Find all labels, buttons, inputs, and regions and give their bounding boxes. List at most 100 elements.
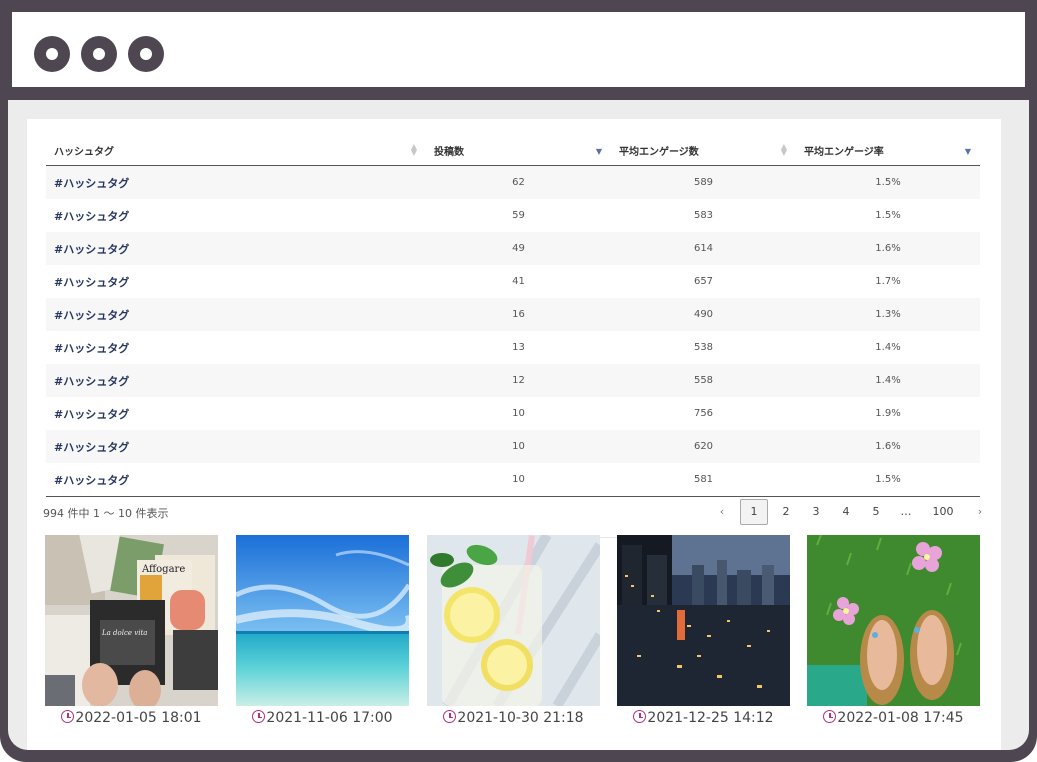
ocean-image: [236, 535, 409, 706]
rate-cell: 1.7%: [875, 276, 901, 287]
sandals-image: [807, 535, 980, 706]
table-row: #ハッシュタグ 10 581 1.5%: [46, 463, 980, 497]
clock-icon: [443, 710, 457, 723]
hashtag-link[interactable]: #ハッシュタグ: [46, 232, 426, 265]
header-avg-engagement-rate[interactable]: 平均エンゲージ率 ▼: [796, 135, 980, 166]
rate-cell: 1.6%: [796, 232, 980, 265]
table-header-row: ハッシュタグ ▲ ▼ 投稿数 ▼ 平均エンゲージ数 ▲ ▼ 平均エンゲージ率 ▼: [46, 135, 980, 166]
post-date-text: 2022-01-05 18:01: [75, 710, 202, 726]
clock-icon: [61, 710, 75, 723]
posts-cell: 41: [512, 276, 525, 287]
rate-cell: 1.9%: [875, 408, 901, 419]
browser-window: ハッシュタグ ▲ ▼ 投稿数 ▼ 平均エンゲージ数 ▲ ▼ 平均エンゲージ率 ▼…: [0, 0, 1037, 762]
city-night-image: [617, 535, 790, 706]
svg-text:Affogare: Affogare: [141, 564, 185, 575]
post-date: 2022-01-08 17:45: [807, 710, 980, 726]
engagement-cell: 558: [611, 364, 796, 397]
sort-desc-icon[interactable]: ▼: [964, 148, 972, 156]
hashtag-link[interactable]: #ハッシュタグ: [46, 199, 426, 232]
hashtag-link[interactable]: #ハッシュタグ: [46, 463, 426, 497]
table-row: #ハッシュタグ 12 558 1.4%: [46, 364, 980, 397]
pagination-page[interactable]: 5: [861, 499, 891, 525]
engagement-cell: 581: [611, 463, 796, 497]
hashtag-table: ハッシュタグ ▲ ▼ 投稿数 ▼ 平均エンゲージ数 ▲ ▼ 平均エンゲージ率 ▼…: [46, 135, 980, 497]
hashtag-link[interactable]: #ハッシュタグ: [46, 165, 426, 199]
table-row: #ハッシュタグ 10 756 1.9%: [46, 397, 980, 430]
post-date-text: 2022-01-08 17:45: [837, 710, 964, 726]
post-date: 2021-11-06 17:00: [236, 710, 409, 726]
window-control-dot[interactable]: [128, 36, 164, 72]
engagement-cell: 589: [611, 165, 796, 199]
posts-cell: 10: [426, 430, 611, 463]
post-thumbnail[interactable]: Affogare La dolce vita: [45, 535, 218, 706]
hashtag-link[interactable]: #ハッシュタグ: [46, 331, 426, 364]
header-avg-engagement-label: 平均エンゲージ数: [619, 146, 699, 158]
hashtag-link[interactable]: #ハッシュタグ: [46, 430, 426, 463]
clock-icon: [823, 710, 837, 723]
clock-icon: [252, 710, 266, 723]
table-row: #ハッシュタグ 62 589 1.5%: [46, 165, 980, 199]
post-date-text: 2021-10-30 21:18: [457, 710, 584, 726]
table-row: #ハッシュタグ 16 490 1.3%: [46, 298, 980, 331]
pagination-page-last[interactable]: 100: [921, 499, 965, 525]
sort-both-icon[interactable]: ▲ ▼: [410, 143, 418, 157]
engagement-cell: 490: [611, 298, 796, 331]
post-thumbnail[interactable]: [236, 535, 409, 706]
hashtag-link[interactable]: #ハッシュタグ: [46, 397, 426, 430]
svg-text:La dolce vita: La dolce vita: [101, 629, 147, 637]
sort-both-icon[interactable]: ▲ ▼: [780, 143, 788, 157]
pagination: ‹ 1 2 3 4 5 … 100 ›: [707, 499, 995, 525]
header-posts-label: 投稿数: [434, 146, 464, 158]
sort-desc-icon[interactable]: ▼: [595, 148, 603, 156]
header-avg-engagement[interactable]: 平均エンゲージ数 ▲ ▼: [611, 135, 796, 166]
rate-cell: 1.4%: [796, 364, 980, 397]
window-control-dot[interactable]: [34, 36, 70, 72]
posts-cell: 12: [426, 364, 611, 397]
rate-cell: 1.5%: [875, 210, 901, 221]
pagination-ellipsis: …: [900, 505, 912, 518]
pagination-page[interactable]: 4: [831, 499, 861, 525]
post-date: 2021-12-25 14:12: [617, 710, 790, 726]
header-posts[interactable]: 投稿数 ▼: [426, 135, 611, 166]
pagination-prev-button[interactable]: ‹: [707, 499, 737, 525]
post-date-text: 2021-12-25 14:12: [647, 710, 774, 726]
rate-cell: 1.4%: [875, 342, 901, 353]
posts-cell: 59: [512, 210, 525, 221]
pagination-page-current[interactable]: 1: [740, 499, 768, 525]
table-row: #ハッシュタグ 13 538 1.4%: [46, 331, 980, 364]
table-row: #ハッシュタグ 41 657 1.7%: [46, 265, 980, 298]
hashtag-link[interactable]: #ハッシュタグ: [46, 298, 426, 331]
post-date: 2022-01-05 18:01: [45, 710, 218, 726]
engagement-cell: 538: [693, 342, 714, 353]
hashtag-link[interactable]: #ハッシュタグ: [46, 265, 426, 298]
hashtag-link[interactable]: #ハッシュタグ: [46, 364, 426, 397]
header-hashtag[interactable]: ハッシュタグ ▲ ▼: [46, 135, 426, 166]
pagination-page[interactable]: 3: [801, 499, 831, 525]
post-thumbnail[interactable]: [807, 535, 980, 706]
post-thumbnail[interactable]: [617, 535, 790, 706]
pagination-next-button[interactable]: ›: [965, 499, 995, 525]
table-info-text: 994 件中 1 〜 10 件表示: [43, 507, 169, 520]
posts-cell: 10: [426, 463, 611, 497]
magazines-image: Affogare La dolce vita: [45, 535, 218, 706]
window-control-dot[interactable]: [81, 36, 117, 72]
posts-cell: 62: [426, 165, 611, 199]
posts-cell: 13: [512, 342, 525, 353]
engagement-cell: 620: [611, 430, 796, 463]
table-row: #ハッシュタグ 59 583 1.5%: [46, 199, 980, 232]
post-date: 2021-10-30 21:18: [427, 710, 600, 726]
engagement-cell: 756: [693, 408, 714, 419]
rate-cell: 1.6%: [796, 430, 980, 463]
title-bar: [12, 12, 1025, 87]
rate-cell: 1.3%: [796, 298, 980, 331]
post-thumbnail[interactable]: [427, 535, 600, 706]
header-hashtag-label: ハッシュタグ: [54, 146, 114, 158]
engagement-cell: 614: [611, 232, 796, 265]
pagination-page[interactable]: 2: [771, 499, 801, 525]
engagement-cell: 583: [693, 210, 714, 221]
post-date-text: 2021-11-06 17:00: [266, 710, 393, 726]
table-row: #ハッシュタグ 49 614 1.6%: [46, 232, 980, 265]
posts-cell: 16: [426, 298, 611, 331]
engagement-cell: 657: [693, 276, 714, 287]
rate-cell: 1.5%: [796, 463, 980, 497]
